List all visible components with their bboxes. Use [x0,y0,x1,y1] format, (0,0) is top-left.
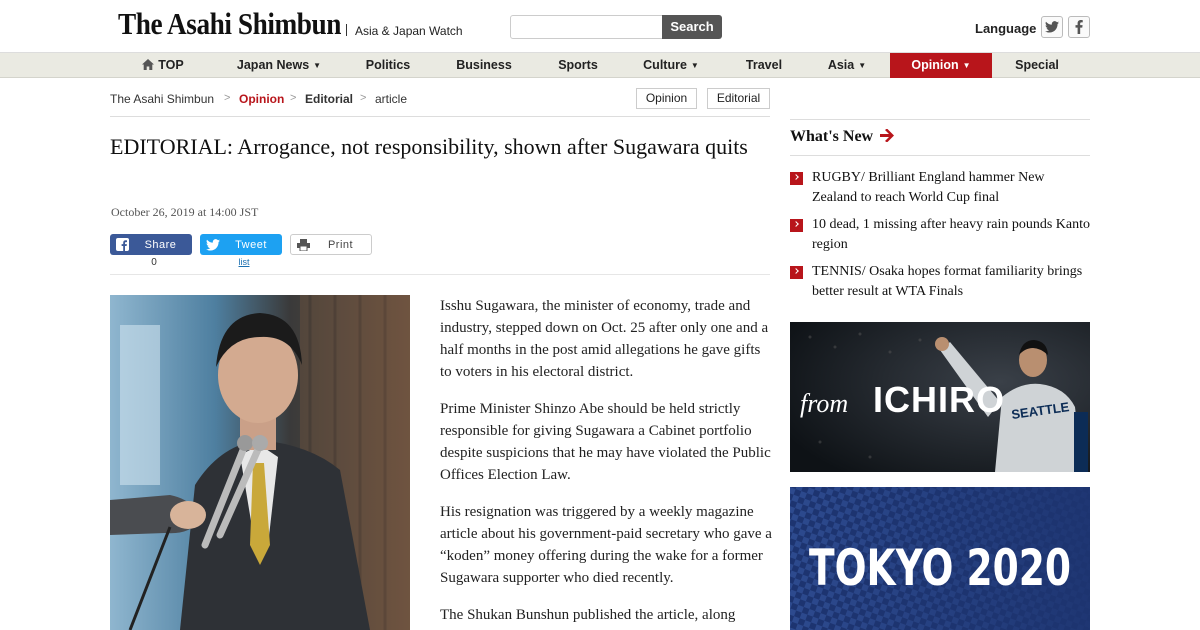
divider [790,155,1090,156]
breadcrumb-separator: > [360,92,367,104]
divider [110,116,770,117]
search-input[interactable] [510,15,663,39]
whats-new-item[interactable]: RUGBY/ Brilliant England hammer New Zeal… [790,170,1090,212]
nav-item-japan-news[interactable]: Japan News ▼ [228,53,330,78]
article-paragraph: Isshu Sugawara, the minister of economy,… [440,298,769,380]
facebook-button[interactable] [1068,16,1090,38]
site-tagline: Asia & Japan Watch [346,24,463,38]
facebook-share-button[interactable]: Share [110,234,192,255]
whats-new-item[interactable]: 10 dead, 1 missing after heavy rain poun… [790,217,1090,259]
chevron-right-icon [790,172,803,185]
caret-down-icon: ▼ [858,61,867,70]
nav-item-sports[interactable]: Sports [548,53,608,78]
chevron-right-icon [790,219,803,232]
breadcrumb-separator: > [224,92,231,104]
nav-item-opinion[interactable]: Opinion ▼ [890,53,992,78]
breadcrumb-separator: > [290,92,297,104]
article-title: EDITORIAL: Arrogance, not responsibility… [110,134,748,159]
main-nav: TOP Japan News ▼ Politics Business Sports… [0,52,1200,78]
nav-item-business[interactable]: Business [446,53,522,78]
breadcrumb-editorial[interactable]: Editorial [305,92,353,106]
caret-down-icon: ▼ [690,61,699,70]
twitter-icon [1045,21,1059,33]
caret-down-icon: ▼ [313,61,322,70]
whats-new-item[interactable]: TENNIS/ Osaka hopes format familiarity b… [790,264,1090,306]
banner-title-text: ICHIRO [873,379,1005,420]
chevron-right-icon [790,266,803,279]
tag-editorial[interactable]: Editorial [707,88,770,109]
search-button[interactable]: Search [662,15,722,39]
facebook-icon [1075,20,1083,34]
article-photo [110,295,410,630]
twitter-icon [206,238,220,251]
site-logo[interactable]: The Asahi Shimbun [118,6,341,42]
article-paragraph: The Shukan Bunshun published the article… [440,607,736,623]
nav-item-special[interactable]: Special [1006,53,1068,78]
article-paragraph: Prime Minister Shinzo Abe should be held… [440,401,771,483]
arrow-right-icon [880,128,895,143]
tweet-list-link[interactable]: list [203,257,285,267]
language-selector[interactable]: Language [975,21,1036,36]
share-count: 0 [151,257,157,268]
whats-new-heading[interactable]: What's New [790,128,895,146]
ichiro-banner[interactable]: SEATTLE from ICHIRO [790,322,1090,472]
breadcrumb-article: article [375,92,408,106]
banner-text: TOKYO 2020 [809,539,1071,597]
nav-item-travel[interactable]: Travel [734,53,794,78]
home-icon [142,59,155,70]
tokyo-2020-banner[interactable]: TOKYO 2020 [790,487,1090,630]
breadcrumb-opinion[interactable]: Opinion [239,92,284,106]
banner-script-text: from [800,389,848,418]
caret-down-icon: ▼ [962,61,971,70]
tag-opinion[interactable]: Opinion [636,88,697,109]
nav-item-top[interactable]: TOP [132,53,194,78]
twitter-button[interactable] [1041,16,1063,38]
nav-item-politics[interactable]: Politics [354,53,422,78]
tweet-button[interactable]: Tweet [200,234,282,255]
divider [110,274,770,275]
facebook-icon [116,238,129,251]
article-paragraph: His resignation was triggered by a weekl… [440,504,772,586]
article-date: October 26, 2019 at 14:00 JST [111,205,259,219]
divider [790,119,1090,120]
print-button[interactable]: Print [290,234,372,255]
printer-icon [297,238,310,251]
breadcrumb-home[interactable]: The Asahi Shimbun [110,92,214,106]
nav-item-culture[interactable]: Culture ▼ [636,53,706,78]
nav-item-asia[interactable]: Asia ▼ [820,53,874,78]
article-body: Isshu Sugawara, the minister of economy,… [440,295,772,630]
site-header: The Asahi Shimbun Asia & Japan Watch Sea… [0,0,1200,52]
